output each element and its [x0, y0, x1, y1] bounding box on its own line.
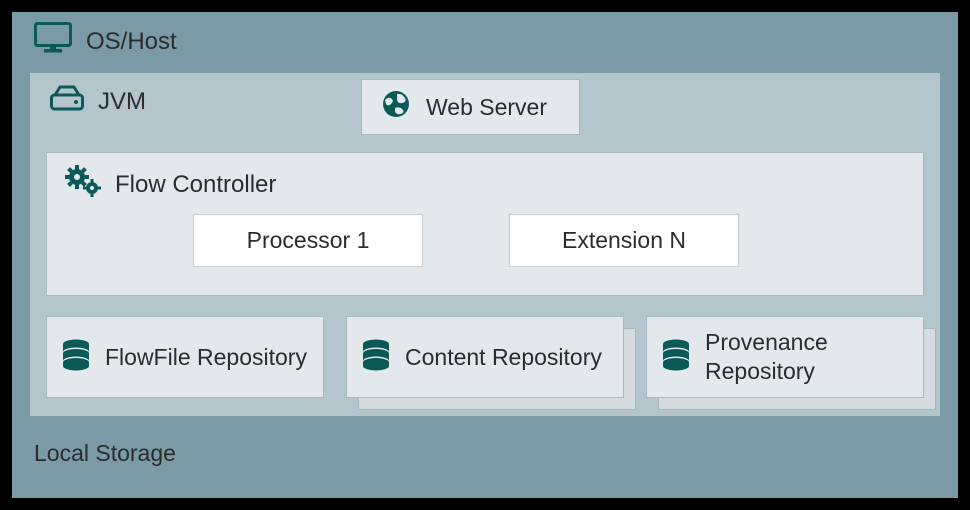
monitor-icon — [34, 22, 72, 61]
provenance-repo-label: Provenance Repository — [705, 328, 911, 386]
flow-controller-header: Flow Controller — [65, 165, 907, 204]
local-storage-label: Local Storage — [34, 440, 940, 467]
jvm-header: JVM — [50, 85, 146, 118]
flow-controller-box: Flow Controller Processor 1 Extension N — [46, 152, 924, 296]
content-repo-wrap: Content Repository — [346, 316, 624, 398]
provenance-repo-box: Provenance Repository — [646, 316, 924, 398]
web-server-label: Web Server — [426, 94, 547, 121]
flowfile-repo-wrap: FlowFile Repository — [46, 316, 324, 398]
jvm-container: JVM Web Server — [30, 73, 940, 416]
jvm-header-row: JVM Web Server — [46, 85, 924, 118]
flowfile-repo-box: FlowFile Repository — [46, 316, 324, 398]
drive-icon — [50, 85, 84, 118]
content-repo-label: Content Repository — [405, 343, 602, 372]
os-host-header: OS/Host — [34, 22, 940, 61]
jvm-label: JVM — [98, 88, 146, 116]
web-server-box: Web Server — [361, 79, 580, 135]
processor-box: Processor 1 — [193, 214, 423, 267]
flow-controller-label: Flow Controller — [115, 171, 276, 199]
database-icon — [361, 339, 391, 376]
flowfile-repo-label: FlowFile Repository — [105, 343, 307, 372]
provenance-repo-wrap: Provenance Repository — [646, 316, 924, 398]
os-host-container: OS/Host JVM — [12, 12, 958, 498]
database-icon — [661, 339, 691, 376]
os-host-label: OS/Host — [86, 28, 177, 56]
flow-controller-children: Processor 1 Extension N — [193, 214, 907, 267]
database-icon — [61, 339, 91, 376]
content-repo-box: Content Repository — [346, 316, 624, 398]
repositories-row: FlowFile Repository — [46, 316, 924, 398]
globe-icon — [382, 90, 410, 124]
gears-icon — [65, 165, 101, 204]
extension-box: Extension N — [509, 214, 739, 267]
